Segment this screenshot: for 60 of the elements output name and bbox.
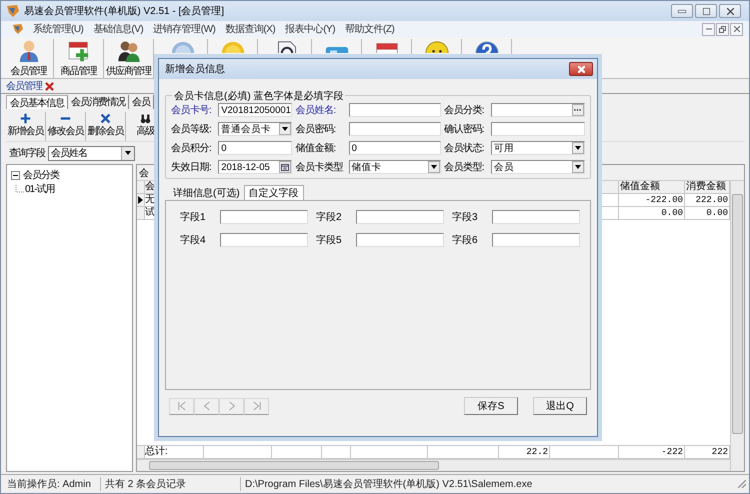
query-label: 查询字段 [9,146,45,160]
input-field[interactable]: 0 [348,141,441,155]
input-field[interactable]: 0 [218,141,292,155]
tree-item[interactable]: 会员分类 [23,168,59,182]
status-text: 当前操作员: Admin [1,477,101,491]
toolbar-button[interactable]: 会员管理 [4,39,54,78]
field-label: 字段5 [316,234,343,247]
tab[interactable]: 自定义字段 [244,185,304,200]
field-label: 字段3 [452,210,479,224]
tree-item[interactable]: 01-试用 [25,182,54,196]
status-text: D:\Program Files\易速会员管理软件(单机版) V2.51\Salemem.exe [244,478,534,491]
menu-item[interactable]: 数据查询(X) [225,22,276,36]
toolbar-button[interactable]: 商品管理 [54,39,104,78]
total-cell: -222 [619,445,685,459]
action-button[interactable]: 删除会员 [86,112,126,141]
field-label: 会员等级: [171,123,212,136]
group-title: 会员卡信息(必填) 蓝色字体是必填字段 [172,89,346,103]
field-label: 字段4 [180,234,207,247]
field-label: 会员状态: [444,142,486,155]
toolbar-button[interactable]: 供应商管理 [104,39,154,78]
menu-item[interactable]: 基础信息(V) [93,22,144,36]
field-label: 会员姓名: [295,104,337,117]
menu-item[interactable]: 帮助文件(Z) [345,22,394,36]
field-label: 会员类型: [444,160,486,174]
menu-item[interactable]: 进销存管理(W) [153,22,216,36]
dropdown-field[interactable]: 可用 [490,141,585,155]
dropdown-field[interactable]: 会员 [490,160,585,174]
input-field[interactable]: V201812050001 [218,103,292,117]
query-field-select[interactable]: 会员姓名 [48,146,135,160]
table-cell: 0.00 [619,207,685,220]
dropdown-field[interactable]: 储值卡 [348,160,441,174]
field-label: 会员积分: [171,142,212,155]
window-title: 易速会员管理软件(单机版) V2.51 - [会员管理] [24,4,226,18]
field-label: 确认密码: [444,122,486,136]
field-label: 字段6 [452,234,479,247]
dialog-button[interactable]: 保存S [464,397,518,415]
date-field[interactable]: 2018-12-05 [218,160,292,174]
menu-item[interactable]: 系统管理(U) [33,22,84,36]
menu-item[interactable]: 报表中心(Y) [285,22,336,36]
action-button[interactable]: 新增会员 [6,112,46,141]
grid-caption: 会 [139,166,148,180]
field-label: 会员卡类型 [295,160,344,174]
dropdown-field[interactable]: 普通会员卡 [218,122,292,136]
field-label: 失效日期: [171,160,212,174]
field-label: 会员卡号: [171,104,212,117]
tab[interactable]: 会员基本信息 [6,95,68,109]
total-cell: 总计: [145,445,204,459]
dialog-button[interactable]: 退出Q [533,397,587,415]
status-text: 共有 2 条会员记录 [101,477,241,491]
tab[interactable]: 会员消费情况 [68,95,129,109]
table-cell: -222.00 [619,194,685,207]
dialog-title: 新增会员信息 [165,62,226,76]
document-tab[interactable]: 会员管理 [6,79,42,93]
action-button[interactable]: 修改会员 [46,112,86,141]
field-label: 会员分类: [444,104,486,117]
total-cell: 22.2 [499,445,550,459]
field-label: 储值金额: [295,142,337,155]
field-label: 字段2 [316,210,343,224]
field-label: 会员密码: [295,122,337,136]
total-cell: 222 [685,445,730,459]
